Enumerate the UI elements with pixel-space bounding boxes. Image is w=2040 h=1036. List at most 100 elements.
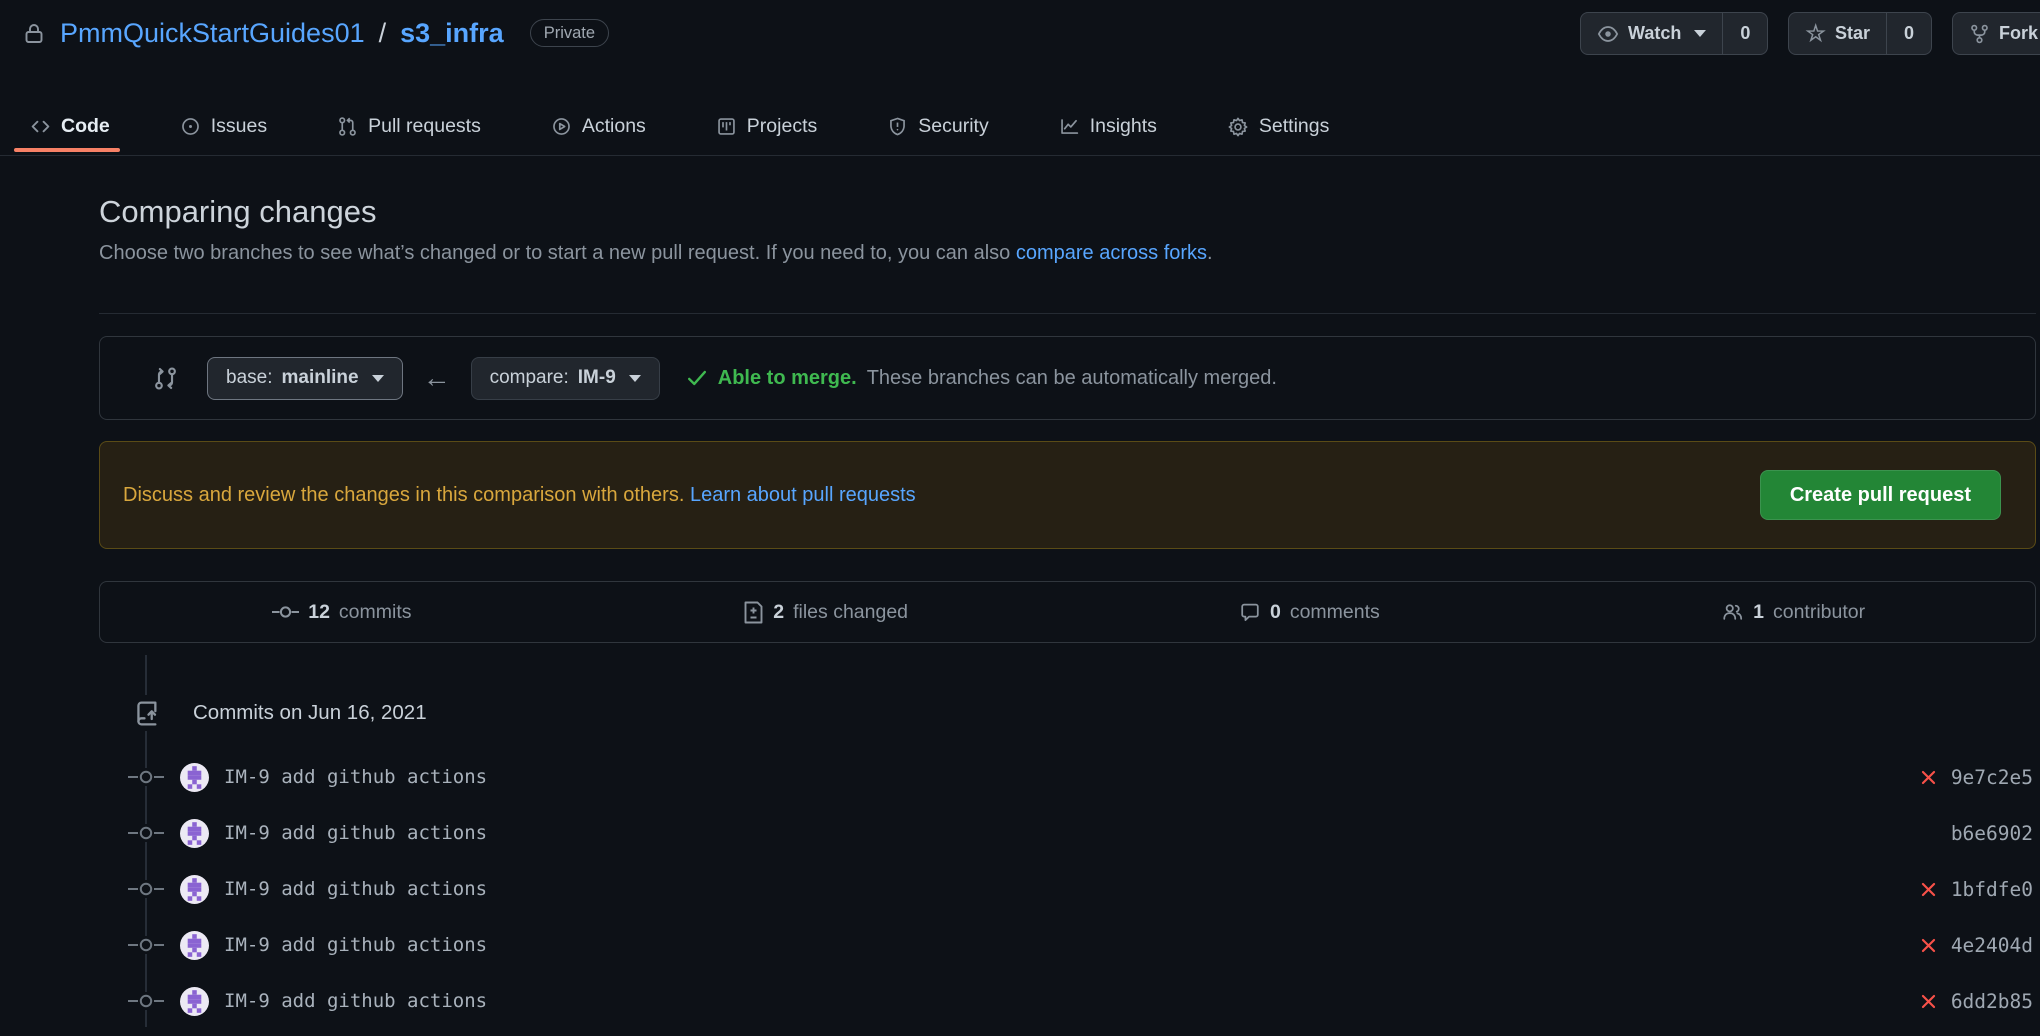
comments-stat[interactable]: 0 comments [1068, 582, 1552, 642]
code-icon [30, 116, 51, 137]
tab-security[interactable]: Security [887, 98, 988, 155]
tab-pull-requests[interactable]: Pull requests [337, 98, 481, 155]
commit-meta: b6e6902 [1919, 822, 2036, 845]
star-button-group: ☆ Star 0 [1788, 12, 1932, 55]
tab-label: Projects [747, 115, 817, 138]
git-compare-icon [152, 365, 179, 392]
subtitle-text: Choose two branches to see what’s change… [99, 242, 1016, 264]
x-failed-check-icon[interactable] [1919, 992, 1938, 1011]
commit-node-icon [128, 936, 164, 954]
learn-about-pull-requests-link[interactable]: Learn about pull requests [690, 484, 916, 507]
watch-count[interactable]: 0 [1722, 13, 1767, 54]
tab-actions[interactable]: Actions [551, 98, 646, 155]
commit-sha-link[interactable]: 6dd2b85 [1951, 990, 2033, 1013]
tab-label: Settings [1259, 115, 1329, 138]
avatar[interactable] [180, 987, 209, 1016]
base-branch-selector[interactable]: base:mainline [207, 357, 403, 400]
commit-sha-link[interactable]: b6e6902 [1951, 822, 2033, 845]
commits-date-label: Commits on Jun 16, 2021 [193, 701, 427, 725]
star-icon: ☆ [1805, 22, 1826, 45]
check-icon [686, 367, 708, 389]
visibility-badge: Private [530, 19, 609, 47]
branch-selector-bar: base:mainline ← compare:IM-9 Able to mer… [99, 336, 2036, 420]
commit-node-icon [128, 768, 164, 786]
files-changed-stat[interactable]: 2 files changed [584, 582, 1068, 642]
commit-sha-link[interactable]: 1bfdfe0 [1951, 878, 2033, 901]
stat-label: comments [1290, 601, 1380, 624]
issue-opened-icon [180, 116, 201, 137]
commit-list: IM-9 add github actions 9e7c2e5 [99, 749, 2036, 1029]
tab-insights[interactable]: Insights [1059, 98, 1157, 155]
create-pull-request-button[interactable]: Create pull request [1760, 470, 2001, 520]
comparison-stats-bar: 12 commits 2 files changed 0 comments [99, 581, 2036, 643]
stat-value: 1 [1753, 601, 1764, 624]
watch-button-group: Watch 0 [1580, 12, 1768, 55]
commit-message-link[interactable]: IM-9 add github actions [224, 990, 487, 1012]
watch-label: Watch [1628, 23, 1681, 44]
avatar[interactable] [180, 763, 209, 792]
commit-sha-link[interactable]: 4e2404d [1951, 934, 2033, 957]
commit-message-link[interactable]: IM-9 add github actions [224, 766, 487, 788]
commits-date-header: Commits on Jun 16, 2021 [99, 643, 2036, 731]
compare-label: compare: [490, 367, 569, 389]
divider [99, 313, 2036, 314]
tab-code[interactable]: Code [30, 98, 110, 155]
tab-projects[interactable]: Projects [716, 98, 817, 155]
x-failed-check-icon[interactable] [1919, 768, 1938, 787]
commit-meta: 9e7c2e5 [1919, 766, 2036, 789]
x-failed-check-icon[interactable] [1919, 936, 1938, 955]
star-label: Star [1835, 23, 1870, 44]
tab-label: Actions [582, 115, 646, 138]
tab-label: Code [61, 115, 110, 138]
repo-actions: Watch 0 ☆ Star 0 Fork [1580, 12, 2040, 55]
page-subtitle: Choose two branches to see what’s change… [99, 242, 2036, 265]
commit-row: IM-9 add github actions 6dd2b85 [99, 973, 2036, 1029]
compare-branch-selector[interactable]: compare: IM-9 [471, 357, 660, 400]
commit-message-link[interactable]: IM-9 add github actions [224, 822, 487, 844]
merge-status-headline: Able to merge. [718, 367, 857, 390]
commit-node-icon [128, 880, 164, 898]
compare-page: Comparing changes Choose two branches to… [99, 194, 2036, 1027]
play-icon [551, 116, 572, 137]
tab-settings[interactable]: Settings [1227, 98, 1329, 155]
commit-node-icon [128, 824, 164, 842]
compare-branch-name: IM-9 [578, 367, 616, 389]
repo-name-link[interactable]: s3_infra [400, 18, 504, 49]
git-pull-request-icon [337, 116, 358, 137]
star-button[interactable]: ☆ Star [1789, 13, 1886, 54]
merge-status-detail: These branches can be automatically merg… [867, 367, 1277, 390]
file-diff-icon [743, 601, 764, 624]
repo-owner-link[interactable]: PmmQuickStartGuides01 [60, 18, 365, 49]
avatar[interactable] [180, 819, 209, 848]
commit-message-link[interactable]: IM-9 add github actions [224, 878, 487, 900]
commits-stat[interactable]: 12 commits [100, 582, 584, 642]
commit-row: IM-9 add github actions 1bfdfe0 [99, 861, 2036, 917]
watch-button[interactable]: Watch [1581, 13, 1722, 54]
base-branch-name: mainline [281, 367, 358, 389]
discussion-flash: Discuss and review the changes in this c… [99, 441, 2036, 549]
compare-across-forks-link[interactable]: compare across forks [1016, 242, 1207, 264]
commit-meta: 1bfdfe0 [1919, 878, 2036, 901]
avatar[interactable] [180, 931, 209, 960]
star-count[interactable]: 0 [1886, 13, 1931, 54]
commit-message-link[interactable]: IM-9 add github actions [224, 934, 487, 956]
tab-label: Issues [211, 115, 267, 138]
contributors-stat[interactable]: 1 contributor [1551, 582, 2035, 642]
commit-row: IM-9 add github actions 4e2404d [99, 917, 2036, 973]
eye-icon [1597, 23, 1619, 45]
tab-label: Security [918, 115, 988, 138]
chevron-down-icon [372, 375, 384, 382]
repo-push-icon [129, 695, 165, 731]
stat-label: files changed [793, 601, 908, 624]
x-failed-check-icon[interactable] [1919, 880, 1938, 899]
fork-button[interactable]: Fork [1953, 13, 2040, 54]
comment-icon [1239, 601, 1261, 623]
commit-node-icon [128, 992, 164, 1010]
shield-icon [887, 116, 908, 137]
avatar[interactable] [180, 875, 209, 904]
subtitle-period: . [1207, 242, 1213, 264]
commit-meta: 4e2404d [1919, 934, 2036, 957]
commit-sha-link[interactable]: 9e7c2e5 [1951, 766, 2033, 789]
repo-header: PmmQuickStartGuides01 / s3_infra Private… [0, 0, 2040, 58]
tab-issues[interactable]: Issues [180, 98, 267, 155]
